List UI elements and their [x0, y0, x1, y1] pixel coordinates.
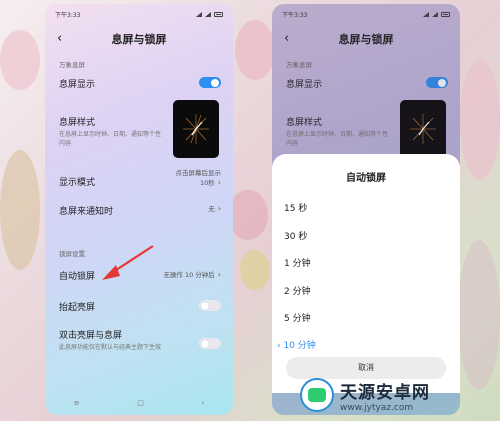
site-logo-icon — [300, 378, 334, 412]
auto-lock-label: 自动锁屏 — [59, 272, 96, 282]
section-header-aod: 万象息屏 — [59, 61, 85, 69]
aod-style-row[interactable]: 息屏样式 在息屏上显示时钟、日期、通知等个性内容 — [59, 115, 163, 148]
double-tap-toggle[interactable] — [199, 338, 221, 349]
section-header-lock: 锁屏设置 — [59, 250, 85, 258]
home-nav-icon[interactable]: □ — [137, 399, 144, 407]
signal-icon — [196, 11, 202, 17]
double-tap-row[interactable]: 双击亮屏与息屏 此息屏功能仅在默认与经典主题下生效 — [59, 328, 187, 352]
watermark-name: 天源安卓网 — [340, 382, 430, 403]
display-mode-label: 显示模式 — [59, 178, 96, 188]
double-tap-label: 双击亮屏与息屏 — [59, 331, 123, 341]
chevron-right-icon: › — [217, 270, 221, 279]
chevron-right-icon: › — [217, 204, 221, 213]
blossom-decoration — [0, 30, 40, 90]
aod-style-label: 息屏样式 — [59, 118, 96, 128]
right-phone-screen: 下午3:33 ‹ 息屏与锁屏 万象息屏 息屏显示 息屏样式 在息屏上显示时钟、日… — [272, 4, 460, 415]
aod-display-label: 息屏显示 — [59, 80, 96, 90]
auto-lock-value[interactable]: 无操作 10 分钟后 › — [163, 270, 221, 280]
aod-notify-value[interactable]: 无 › — [208, 204, 221, 214]
leaf-decoration — [240, 250, 270, 290]
watermark-url: www.jytyaz.com — [340, 402, 414, 413]
auto-lock-sheet: 自动锁屏 15 秒 30 秒 1 分钟 2 分钟 5 分钟 › 10 分钟 取消 — [272, 154, 460, 393]
aod-display-row[interactable]: 息屏显示 — [59, 77, 221, 90]
blossom-decoration — [458, 240, 500, 390]
nav-bar: ‹ 息屏与锁屏 — [45, 29, 233, 49]
back-nav-icon[interactable]: ‹ — [201, 399, 204, 407]
aod-notify-row[interactable]: 息屏来通知时 — [59, 204, 221, 217]
back-icon[interactable]: ‹ — [57, 31, 62, 46]
aod-style-desc: 在息屏上显示时钟、日期、通知等个性内容 — [59, 131, 162, 147]
raise-wake-label: 抬起亮屏 — [59, 303, 96, 313]
option-1min[interactable]: 1 分钟 — [284, 256, 311, 269]
signal-icon — [205, 11, 211, 17]
system-nav-bar: ≡ □ ‹ — [45, 397, 233, 409]
blossom-decoration — [228, 190, 268, 240]
status-time: 下午3:33 — [55, 11, 81, 19]
raise-wake-row[interactable]: 抬起亮屏 — [59, 300, 221, 313]
option-5min[interactable]: 5 分钟 — [284, 311, 311, 324]
left-phone-screen: 下午3:33 ‹ 息屏与锁屏 万象息屏 息屏显示 息屏样式 在息屏上显示时钟、日… — [45, 4, 233, 415]
annotation-arrow-icon — [102, 245, 154, 280]
blossom-decoration — [235, 20, 275, 80]
display-mode-value[interactable]: 点击屏幕后显示 10秒 › — [176, 169, 222, 188]
page-title: 息屏与锁屏 — [111, 33, 167, 46]
sheet-title: 自动锁屏 — [346, 173, 386, 184]
selected-chevron-icon: › — [277, 341, 281, 351]
blossom-decoration — [460, 60, 500, 180]
option-30s[interactable]: 30 秒 — [284, 229, 307, 242]
double-tap-desc: 此息屏功能仅在默认与经典主题下生效 — [59, 344, 162, 351]
aod-notify-label: 息屏来通知时 — [59, 207, 114, 217]
chevron-right-icon: › — [217, 178, 221, 187]
option-10min[interactable]: › 10 分钟 — [277, 338, 316, 351]
option-2min[interactable]: 2 分钟 — [284, 284, 311, 297]
aod-style-preview[interactable] — [173, 100, 219, 158]
aod-display-toggle[interactable] — [199, 77, 221, 88]
raise-wake-toggle[interactable] — [199, 300, 221, 311]
menu-nav-icon[interactable]: ≡ — [74, 399, 80, 407]
status-bar: 下午3:33 — [55, 8, 223, 20]
option-15s[interactable]: 15 秒 — [284, 201, 307, 214]
clock-preview-icon — [183, 114, 209, 144]
battery-icon — [214, 11, 223, 17]
leaf-decoration — [0, 150, 40, 270]
site-watermark: 天源安卓网 www.jytyaz.com — [300, 372, 500, 418]
